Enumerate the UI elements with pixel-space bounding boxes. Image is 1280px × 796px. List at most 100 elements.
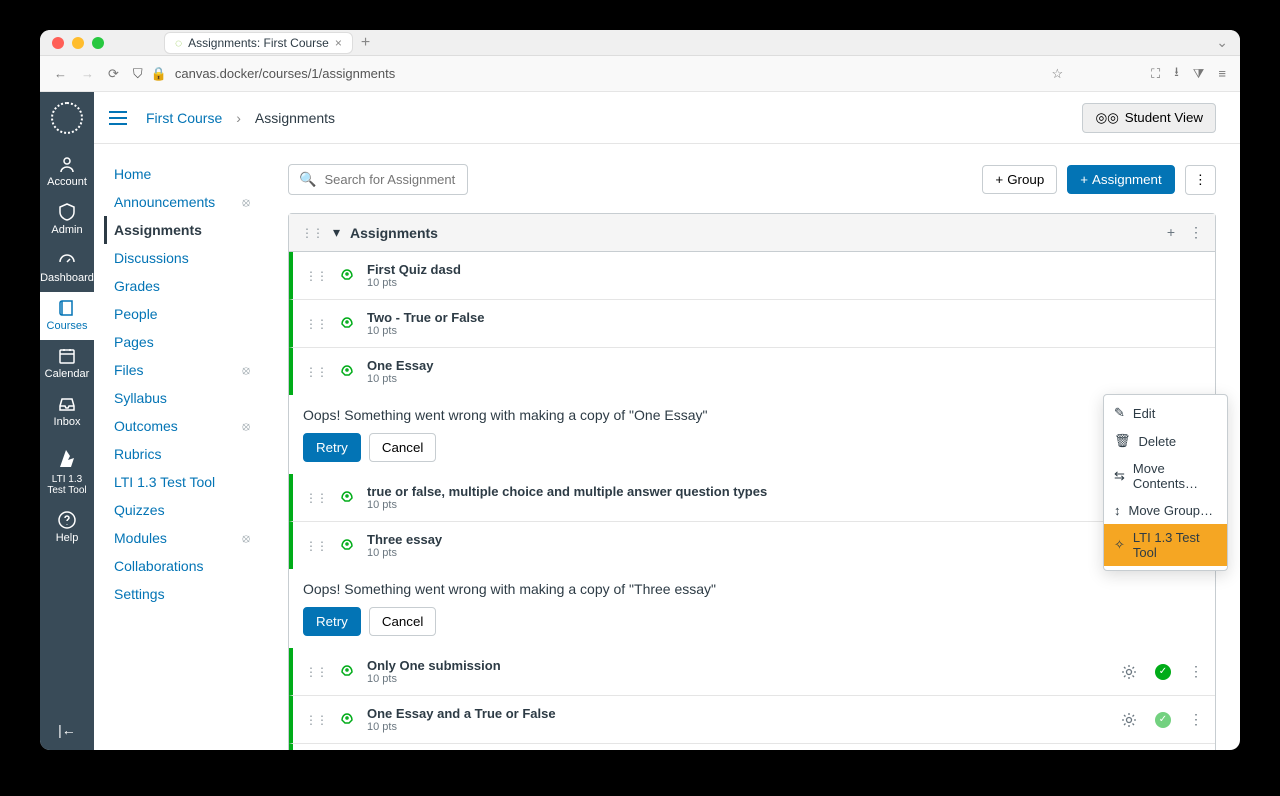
assignment-title: One Essay <box>367 358 1203 373</box>
gear-icon[interactable] <box>1121 712 1137 728</box>
drag-handle-icon[interactable]: ⋮⋮ <box>305 269 327 283</box>
nav-lti-tool[interactable]: LTI 1.3 Test Tool <box>40 436 94 504</box>
menu-item-move-group-[interactable]: ↕Move Group… <box>1104 497 1227 524</box>
menu-item-lti-test-tool[interactable]: ✧LTI 1.3 Test Tool <box>1104 524 1227 566</box>
gear-icon[interactable] <box>1121 664 1137 680</box>
assignment-points: 10 pts <box>367 721 1109 733</box>
body-row: HomeAnnouncements⦻AssignmentsDiscussions… <box>94 144 1240 750</box>
assignment-row[interactable]: ⋮⋮ Only One submission10 pts ✓ ⋮ <box>289 648 1215 696</box>
published-icon[interactable]: ✓ <box>1155 712 1171 728</box>
canvas-logo-icon[interactable] <box>51 102 83 134</box>
cancel-button[interactable]: Cancel <box>369 607 437 636</box>
drag-handle-icon[interactable]: ⋮⋮ <box>305 365 327 379</box>
drag-handle-icon[interactable]: ⋮⋮ <box>301 226 323 240</box>
course-nav-item[interactable]: LTI 1.3 Test Tool <box>114 468 264 496</box>
course-nav-item[interactable]: People <box>114 300 264 328</box>
new-tab-button[interactable]: + <box>361 34 370 52</box>
nav-admin[interactable]: Admin <box>40 196 94 244</box>
add-assignment-button[interactable]: +Assignment <box>1067 165 1174 194</box>
cancel-button[interactable]: Cancel <box>369 433 437 462</box>
retry-button[interactable]: Retry <box>303 433 361 462</box>
assignment-row[interactable]: ⋮⋮ One Essay and a True or False10 pts ✓ ⋮ <box>289 696 1215 744</box>
course-nav-item[interactable]: Rubrics <box>114 440 264 468</box>
more-options-button[interactable]: ⋮ <box>1185 165 1216 195</box>
add-group-button[interactable]: +Group <box>982 165 1057 194</box>
zoom-window[interactable] <box>92 37 104 49</box>
drag-handle-icon[interactable]: ⋮⋮ <box>305 317 327 331</box>
titlebar-chevron-icon[interactable]: ⌄ <box>1216 34 1228 51</box>
course-nav-item[interactable]: Syllabus <box>114 384 264 412</box>
extensions-icon[interactable]: ⧩ <box>1193 66 1205 82</box>
course-nav: Home Announcements⦻AssignmentsDiscussions… <box>94 144 264 750</box>
row-body: Three essay10 pts <box>367 532 1109 559</box>
assignment-row[interactable]: ⋮⋮Three essay10 pts✓⋮ <box>289 522 1215 569</box>
nav-courses[interactable]: Courses <box>40 292 94 340</box>
course-nav-item[interactable]: Announcements⦻ <box>114 188 264 216</box>
course-nav-item[interactable]: Modules⦻ <box>114 524 264 552</box>
drag-handle-icon[interactable]: ⋮⋮ <box>305 539 327 553</box>
course-nav-item[interactable]: Home <box>114 160 264 188</box>
quiz-rocket-icon <box>339 538 355 554</box>
search-input[interactable]: 🔍 <box>288 164 468 195</box>
row-menu-icon[interactable]: ⋮ <box>1189 663 1203 680</box>
assignment-row[interactable]: ⋮⋮ Two - True or False10 pts <box>289 300 1215 348</box>
retry-button[interactable]: Retry <box>303 607 361 636</box>
assignment-row[interactable]: ⋮⋮true or false, multiple choice and mul… <box>289 474 1215 522</box>
student-view-button[interactable]: ◎◎ Student View <box>1082 103 1216 133</box>
course-nav-item[interactable]: Outcomes⦻ <box>114 412 264 440</box>
course-nav-item[interactable]: Collaborations <box>114 552 264 580</box>
back-icon[interactable]: ← <box>54 66 67 82</box>
nav-help[interactable]: Help <box>40 504 94 552</box>
course-nav-item[interactable]: Quizzes <box>114 496 264 524</box>
collapse-toggle-icon[interactable]: ▾ <box>333 224 340 241</box>
course-nav-item[interactable]: Grades <box>114 272 264 300</box>
assignment-row[interactable]: ⋮⋮First Quiz dasd10 pts <box>289 252 1215 300</box>
course-nav-item[interactable]: Discussions <box>114 244 264 272</box>
published-icon[interactable]: ✓ <box>1155 664 1171 680</box>
minimize-window[interactable] <box>72 37 84 49</box>
breadcrumb-course[interactable]: First Course <box>146 110 222 126</box>
menu-item-edit[interactable]: ✎Edit <box>1104 399 1227 427</box>
course-nav-item[interactable]: Settings <box>114 580 264 608</box>
nav-calendar[interactable]: Calendar <box>40 340 94 388</box>
trash-icon: 🗑 <box>1114 433 1131 449</box>
group-menu-icon[interactable]: ⋮ <box>1189 224 1203 241</box>
close-tab-icon[interactable]: × <box>335 36 342 50</box>
drag-handle-icon[interactable]: ⋮⋮ <box>305 713 327 727</box>
menu-item-delete[interactable]: 🗑Delete <box>1104 427 1227 455</box>
course-nav-label: Home <box>114 166 151 182</box>
assignment-points: 10 pts <box>367 673 1109 685</box>
nav-account[interactable]: Account <box>40 148 94 196</box>
course-nav-item[interactable]: Assignments <box>104 216 264 244</box>
nav-inbox[interactable]: Inbox <box>40 388 94 436</box>
inbox-icon <box>57 394 77 414</box>
add-to-group-icon[interactable]: + <box>1167 224 1175 241</box>
search-field[interactable] <box>324 172 457 187</box>
url-field[interactable]: ⛉ 🔒 canvas.docker/courses/1/assignments <box>133 66 1038 82</box>
forward-icon[interactable]: → <box>81 66 94 82</box>
assignment-row[interactable]: ⋮⋮Matching10 pts✓⋮ <box>289 744 1215 750</box>
hamburger-icon[interactable] <box>108 110 132 126</box>
plus-icon: + <box>995 172 1003 187</box>
course-nav-item[interactable]: Pages <box>114 328 264 356</box>
close-window[interactable] <box>52 37 64 49</box>
row-menu-icon[interactable]: ⋮ <box>1189 711 1203 728</box>
menu-icon[interactable]: ≡ <box>1218 66 1226 81</box>
group-title: Assignments <box>350 225 438 241</box>
row-body: One Essay and a True or False10 pts <box>367 706 1109 733</box>
assignment-title: Only One submission <box>367 658 1109 673</box>
pocket-icon[interactable]: ⛶ <box>1151 66 1160 82</box>
bookmark-icon[interactable]: ☆ <box>1051 66 1063 82</box>
reload-icon[interactable]: ⟳ <box>108 66 119 82</box>
nav-dashboard[interactable]: Dashboard <box>40 244 94 292</box>
download-icon[interactable]: ⭳ <box>1174 63 1179 85</box>
drag-handle-icon[interactable]: ⋮⋮ <box>305 491 327 505</box>
group-header[interactable]: ⋮⋮ ▾ Assignments + ⋮ <box>289 214 1215 252</box>
browser-tab[interactable]: ◌ Assignments: First Course × <box>164 32 353 54</box>
collapse-nav-icon[interactable]: |← <box>58 722 76 738</box>
assignment-row[interactable]: ⋮⋮One Essay10 pts <box>289 348 1215 395</box>
course-nav-item[interactable]: Files⦻ <box>114 356 264 384</box>
row-body: Two - True or False10 pts <box>367 310 1203 337</box>
menu-item-move-contents-[interactable]: ⇆Move Contents… <box>1104 455 1227 497</box>
drag-handle-icon[interactable]: ⋮⋮ <box>305 665 327 679</box>
